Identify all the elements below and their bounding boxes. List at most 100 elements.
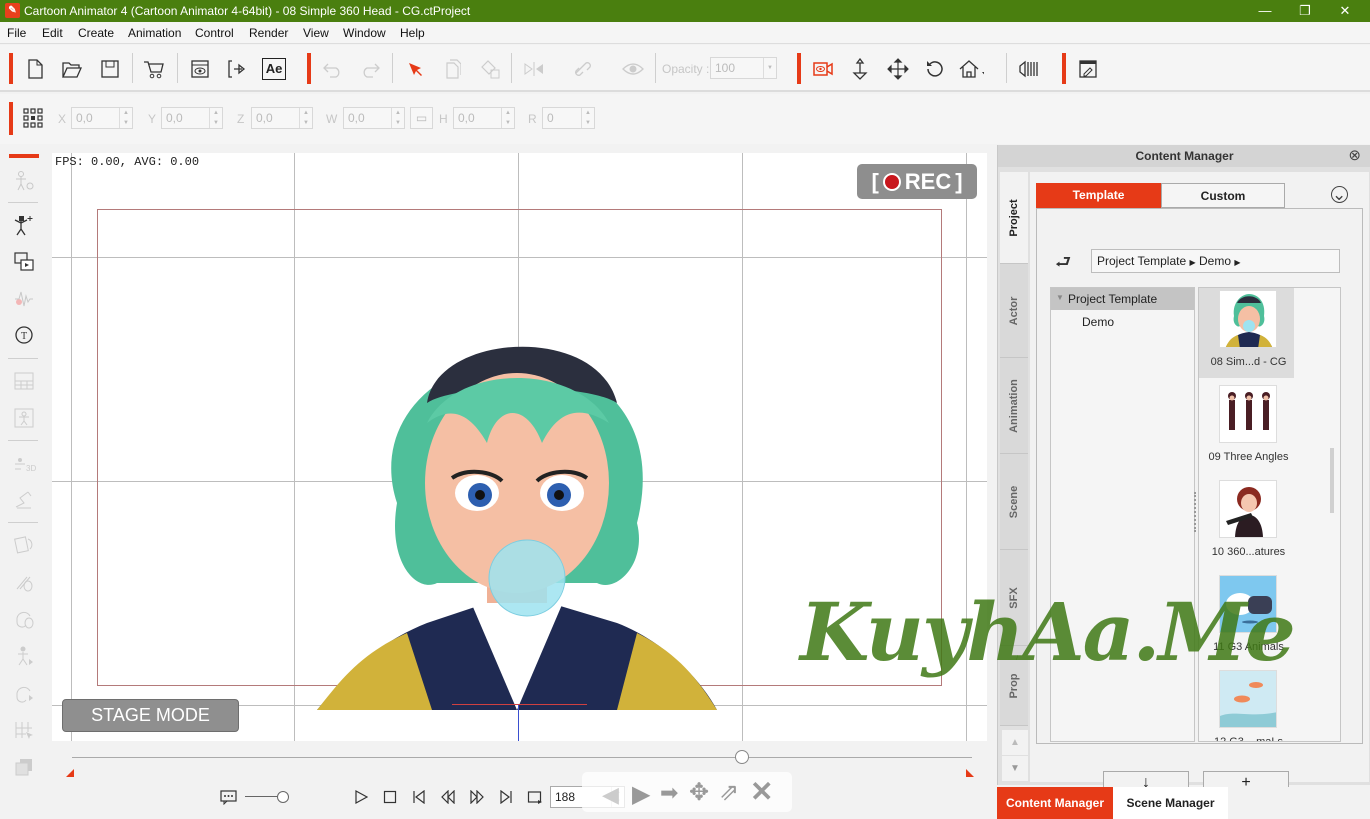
tree-item-demo[interactable]: Demo [1082,315,1114,329]
tab-content-manager[interactable]: Content Manager [997,787,1113,819]
speed-slider-handle[interactable] [277,791,289,803]
breadcrumb-item[interactable]: Project Template [1097,254,1186,268]
timeline-scrubber[interactable] [735,750,749,764]
scroll-up-button[interactable]: ▲ [1002,730,1028,755]
menu-animation[interactable]: Animation [128,26,181,40]
anchor-grid-icon[interactable] [20,105,46,131]
side-tab-animation[interactable]: Animation [1000,358,1028,454]
motion-path-icon[interactable] [10,486,38,514]
menu-window[interactable]: Window [343,26,386,40]
camera-view-icon[interactable] [810,56,836,82]
move-z-icon[interactable] [847,56,873,82]
track-icon[interactable] [1016,56,1042,82]
z-stepper[interactable]: ▲ ▼ [299,108,312,128]
actor-settings-icon[interactable] [10,167,38,195]
external-link-icon[interactable]: ⇗ [719,778,739,807]
last-frame-button[interactable] [495,786,517,808]
record-indicator[interactable]: [ REC ] [857,164,977,199]
z-input[interactable]: 0,0 ▲ ▼ [251,107,313,129]
expand-caret-icon[interactable]: ▼ [1056,293,1064,302]
grid-select-icon[interactable] [10,716,38,744]
image-media-icon[interactable] [10,248,38,276]
rotate-icon[interactable] [922,56,948,82]
tab-custom[interactable]: Custom [1161,183,1285,208]
new-file-icon[interactable] [22,56,48,82]
link-icon[interactable] [570,56,596,82]
y-input[interactable]: 0,0 ▲ ▼ [161,107,223,129]
side-tab-project[interactable]: Project [1000,172,1028,264]
speed-slider-track[interactable] [245,796,277,797]
r-stepper[interactable]: ▲ ▼ [581,108,594,128]
h-stepper[interactable]: ▲ ▼ [501,108,514,128]
play-arrow-icon[interactable]: ▶ [632,780,650,809]
motion-key-icon[interactable] [10,642,38,670]
duplicate-icon[interactable] [439,56,465,82]
redo-icon[interactable] [357,56,383,82]
back-icon[interactable]: ⮐ [1055,250,1071,280]
visibility-icon[interactable] [620,56,646,82]
flip-icon[interactable] [522,56,548,82]
after-effects-export-button[interactable]: Ae [261,56,287,82]
tree-item-project-template[interactable]: ▼ Project Template [1051,288,1194,310]
menu-edit[interactable]: Edit [42,26,63,40]
scroll-down-button[interactable]: ▼ [1002,756,1028,781]
open-folder-icon[interactable] [59,56,85,82]
options-circle[interactable] [1331,186,1348,203]
previous-key-button[interactable] [437,786,459,808]
move-icon[interactable]: ✥ [689,778,709,807]
create-actor-icon[interactable] [10,211,38,239]
menu-create[interactable]: Create [78,26,114,40]
play-button[interactable] [350,786,372,808]
face-puppet-icon[interactable] [10,605,38,633]
cart-icon[interactable] [141,56,167,82]
move-icon[interactable] [885,56,911,82]
stage-mode-button[interactable]: STAGE MODE [62,699,239,732]
close-button[interactable]: ✕ [1325,0,1365,22]
x-input[interactable]: 0,0 ▲ ▼ [71,107,133,129]
template-item[interactable]: 12 G3 ...maLs [1201,670,1296,741]
loop-button[interactable] [524,786,546,808]
undo-icon[interactable] [320,56,346,82]
h-input[interactable]: 0,0 ▲ ▼ [453,107,515,129]
scrollbar-thumb[interactable] [1330,448,1334,513]
back-arrow-icon[interactable]: ◀ [602,782,619,808]
close-circle-icon[interactable]: ⊗ [1348,145,1361,167]
minimize-button[interactable]: — [1245,0,1285,22]
flip-card-icon[interactable] [10,531,38,559]
w-stepper[interactable]: ▲ ▼ [391,108,404,128]
bone-editor-icon[interactable] [10,404,38,432]
audio-icon[interactable] [10,285,38,313]
tab-scene-manager[interactable]: Scene Manager [1113,787,1228,819]
character-actor[interactable] [317,293,737,713]
timeline-track[interactable] [72,757,972,758]
breadcrumb-item[interactable]: Demo [1199,254,1231,268]
puppet-icon[interactable] [10,568,38,596]
w-input[interactable]: 0,0 ▲ ▼ [343,107,405,129]
chevron-down-icon[interactable]: ▼ [763,58,776,78]
template-item[interactable]: 08 Sim...d - CG [1201,290,1296,382]
stop-button[interactable] [379,786,401,808]
menu-file[interactable]: File [7,26,26,40]
side-tab-scene[interactable]: Scene [1000,454,1028,550]
save-icon[interactable] [97,56,123,82]
menu-help[interactable]: Help [400,26,425,40]
menu-view[interactable]: View [303,26,329,40]
layers-icon[interactable] [10,753,38,781]
restore-button[interactable]: ❐ [1285,0,1325,22]
menu-render[interactable]: Render [249,26,288,40]
template-item[interactable]: 10 360...atures [1201,480,1296,572]
fill-icon[interactable] [477,56,503,82]
subtitle-icon[interactable] [218,786,240,808]
timeline-end-marker[interactable] [966,769,974,777]
x-stepper[interactable]: ▲ ▼ [119,108,132,128]
face-key-icon[interactable] [10,679,38,707]
opacity-dropdown[interactable]: 100 ▼ [710,57,777,79]
preview-icon[interactable] [187,56,213,82]
text-bubble-icon[interactable]: T [10,322,38,350]
first-frame-button[interactable] [408,786,430,808]
ui-layout-icon[interactable] [1075,56,1101,82]
timeline-start-marker[interactable] [66,769,74,777]
export-icon[interactable] [224,56,250,82]
next-key-button[interactable] [466,786,488,808]
r-input[interactable]: 0 ▲ ▼ [542,107,595,129]
